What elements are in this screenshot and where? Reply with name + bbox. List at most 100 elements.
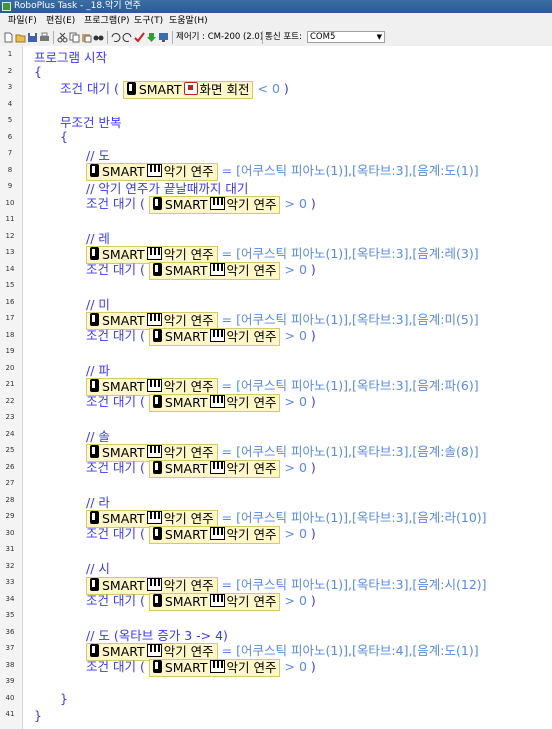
- line-number: 23: [5, 413, 15, 421]
- line-number: 36: [5, 627, 15, 636]
- operator: >: [284, 593, 295, 608]
- smart-play-block[interactable]: SMART 악기 연주: [148, 592, 281, 611]
- smartphone-icon: [152, 593, 162, 607]
- line-number: 6: [7, 132, 13, 141]
- smart-play-block[interactable]: SMART 악기 연주: [148, 195, 281, 214]
- smart-play-block[interactable]: SMART 악기 연주: [148, 393, 281, 412]
- close-paren: ): [310, 593, 316, 608]
- line-number: 14: [5, 264, 15, 273]
- menu-edit[interactable]: 편집(E): [46, 13, 75, 29]
- redo-icon[interactable]: [122, 32, 133, 43]
- code-editor[interactable]: 1 2 3 4 5 6 7 8 9 10 11 12 13 14 15 16 1…: [0, 46, 552, 729]
- smartphone-icon: [90, 510, 99, 524]
- line-number: 38: [5, 660, 15, 669]
- play-label: 악기 연주: [163, 163, 214, 179]
- smart-rotate-block[interactable]: SMART 화면 회전: [122, 80, 254, 99]
- line-number: 19: [5, 347, 15, 355]
- play-label: 악기 연주: [226, 659, 277, 675]
- line-number: 24: [5, 429, 15, 438]
- smart-play-block[interactable]: SMART 악기 연주: [148, 327, 281, 346]
- line-number: 11: [5, 215, 15, 223]
- line-number: 41: [5, 710, 15, 718]
- operator: =: [221, 163, 233, 178]
- play-label: 악기 연주: [226, 328, 277, 344]
- brace-close: }: [34, 708, 42, 723]
- port-select[interactable]: COM5 ▼: [307, 31, 385, 43]
- value: 0: [298, 659, 307, 674]
- brace-close: }: [60, 691, 68, 706]
- piano-icon: [209, 328, 225, 342]
- smart-label: SMART: [164, 460, 208, 476]
- controller-label: 제어기 : CM-200 (2.0): [176, 32, 264, 42]
- smart-label: SMART: [102, 163, 145, 179]
- compile-check-icon[interactable]: [134, 32, 145, 43]
- code-line-wait-play[interactable]: 조건 대기 ( SMART 악기 연주 > 0 ): [86, 656, 316, 677]
- code-line-wait-play[interactable]: 조건 대기 ( SMART 악기 연주 > 0 ): [86, 590, 316, 611]
- print-icon[interactable]: [39, 32, 50, 43]
- code-line-wait-rotate[interactable]: 조건 대기 ( SMART 화면 회전 < 0 ): [60, 78, 289, 99]
- operator: >: [284, 196, 295, 211]
- undo-icon[interactable]: [110, 32, 121, 43]
- download-icon[interactable]: [146, 32, 157, 43]
- operator: >: [284, 526, 295, 541]
- wait-keyword: 조건 대기 (: [86, 593, 145, 608]
- menu-file[interactable]: 파일(F): [8, 13, 37, 29]
- smart-label: SMART: [138, 81, 182, 97]
- smartphone-icon: [152, 394, 162, 408]
- code-line-wait-play[interactable]: 조건 대기 ( SMART 악기 연주 > 0 ): [86, 391, 316, 412]
- piano-icon: [146, 246, 162, 260]
- copy-icon[interactable]: [69, 32, 80, 43]
- piano-icon: [146, 643, 162, 657]
- close-paren: ): [310, 659, 316, 674]
- menu-program[interactable]: 프로그램(P): [84, 13, 130, 29]
- toolbar-separator: [262, 31, 263, 44]
- smartphone-icon: [90, 577, 99, 591]
- smart-play-block[interactable]: SMART 악기 연주: [148, 261, 281, 280]
- loop-keyword[interactable]: 무조건 반복: [60, 112, 121, 131]
- piano-icon: [146, 510, 162, 524]
- smart-play-block[interactable]: SMART 악기 연주: [148, 525, 281, 544]
- code-line-wait-play[interactable]: 조건 대기 ( SMART 악기 연주 > 0 ): [86, 457, 316, 478]
- menu-help[interactable]: 도움말(H): [169, 13, 208, 29]
- piano-icon: [146, 577, 162, 591]
- smart-play-block[interactable]: SMART 악기 연주: [148, 459, 281, 478]
- code-line-wait-play[interactable]: 조건 대기 ( SMART 악기 연주 > 0 ): [86, 259, 316, 280]
- chevron-down-icon[interactable]: ▼: [377, 32, 382, 42]
- line-number: 26: [5, 462, 15, 471]
- paste-icon[interactable]: [81, 32, 92, 43]
- new-file-icon[interactable]: [3, 32, 14, 43]
- line-number: 37: [5, 644, 15, 652]
- code-line-wait-play[interactable]: 조건 대기 ( SMART 악기 연주 > 0 ): [86, 523, 316, 544]
- smartphone-icon: [152, 262, 162, 276]
- smartphone-icon: [126, 81, 136, 95]
- code-line-wait-play[interactable]: 조건 대기 ( SMART 악기 연주 > 0 ): [86, 325, 316, 346]
- open-folder-icon[interactable]: [15, 32, 26, 43]
- close-paren: ): [310, 460, 316, 475]
- cut-icon[interactable]: [57, 32, 68, 43]
- program-start[interactable]: 프로그램 시작: [34, 47, 107, 66]
- value: 0: [298, 328, 307, 343]
- close-paren: ): [310, 328, 316, 343]
- line-number: 35: [5, 611, 15, 619]
- find-icon[interactable]: [93, 32, 104, 43]
- close-paren: ): [310, 394, 316, 409]
- smart-label: SMART: [164, 262, 208, 278]
- smart-play-block[interactable]: SMART 악기 연주: [148, 658, 281, 677]
- wait-keyword: 조건 대기 (: [86, 394, 145, 409]
- close-paren: ): [310, 262, 316, 277]
- piano-icon: [209, 394, 225, 408]
- note-value[interactable]: [어쿠스틱 피아노(1)],[옥타브:3],[음계:도(1)]: [236, 163, 478, 178]
- play-label: 악기 연주: [226, 394, 277, 410]
- line-number: 2: [7, 66, 13, 75]
- operator: >: [284, 262, 295, 277]
- code-line-wait-play[interactable]: 조건 대기 ( SMART 악기 연주 > 0 ): [86, 193, 316, 214]
- line-number: 16: [5, 297, 15, 306]
- line-number: 15: [5, 281, 15, 289]
- value: 0: [298, 196, 307, 211]
- save-icon[interactable]: [27, 32, 38, 43]
- play-label: 악기 연주: [226, 196, 277, 212]
- line-number: 33: [5, 578, 15, 586]
- menu-tools[interactable]: 도구(T): [134, 13, 163, 29]
- monitor-icon[interactable]: [158, 32, 169, 43]
- play-label: 악기 연주: [226, 526, 277, 542]
